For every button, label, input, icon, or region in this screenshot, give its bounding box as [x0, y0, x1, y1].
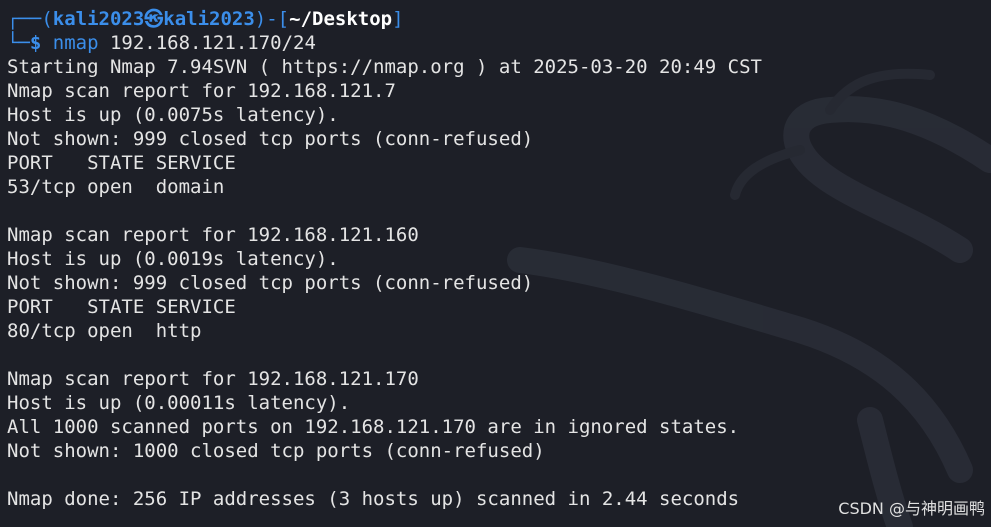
output-line: Nmap scan report for 192.168.121.7 — [7, 80, 396, 102]
output-line: Not shown: 1000 closed tcp ports (conn-r… — [7, 440, 545, 462]
terminal-output: ┌──(kali2023㉿kali2023)-[~/Desktop] └─$ n… — [7, 7, 991, 511]
output-line: All 1000 scanned ports on 192.168.121.17… — [7, 416, 740, 438]
output-line: 53/tcp open domain — [7, 176, 225, 198]
prompt-user-host: kali2023㉿kali2023 — [52, 8, 255, 30]
prompt-close-bracket: ] — [392, 8, 404, 30]
output-line: Host is up (0.00011s latency). — [7, 392, 351, 414]
terminal-window[interactable]: ┌──(kali2023㉿kali2023)-[~/Desktop] └─$ n… — [0, 0, 991, 527]
output-line: Host is up (0.0075s latency). — [7, 104, 339, 126]
output-line: 80/tcp open http — [7, 320, 202, 342]
command-argument: 192.168.121.170/24 — [98, 32, 316, 54]
output-line: Host is up (0.0019s latency). — [7, 248, 339, 270]
output-line: Nmap scan report for 192.168.121.170 — [7, 368, 419, 390]
output-line: PORT STATE SERVICE — [7, 296, 236, 318]
prompt-frame: ┌──( — [7, 8, 53, 30]
prompt-directory: ~/Desktop — [289, 8, 393, 30]
output-line: Nmap scan report for 192.168.121.160 — [7, 224, 419, 246]
command-name: nmap — [52, 32, 99, 54]
prompt-line-top: ┌──(kali2023㉿kali2023)-[~/Desktop] — [7, 7, 991, 31]
output-line: PORT STATE SERVICE — [7, 152, 236, 174]
csdn-watermark: CSDN @与神明画鸭 — [838, 499, 985, 518]
output-line: Starting Nmap 7.94SVN ( https://nmap.org… — [7, 56, 762, 78]
command-line: └─$ nmap 192.168.121.170/24 — [7, 31, 991, 55]
prompt-dollar: $ — [29, 32, 53, 54]
output-line: Not shown: 999 closed tcp ports (conn-re… — [7, 272, 534, 294]
prompt-frame-bottom: └─ — [7, 32, 30, 54]
output-line: Not shown: 999 closed tcp ports (conn-re… — [7, 128, 534, 150]
prompt-separator: )-[ — [254, 8, 290, 30]
